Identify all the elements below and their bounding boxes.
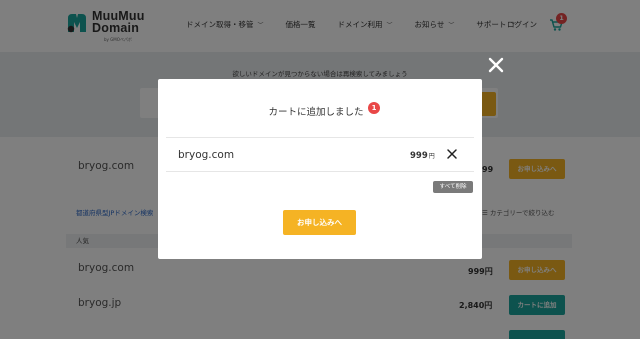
modal-title-text: カートに追加しました xyxy=(268,107,364,118)
close-icon[interactable] xyxy=(445,147,459,161)
cart-count-badge: 1 xyxy=(368,102,380,114)
price-currency: 円 xyxy=(428,153,435,160)
cart-item-price: 999円 xyxy=(410,151,435,161)
cart-item-domain: bryog.com xyxy=(178,149,235,161)
clear-all-button[interactable]: すべて削除 xyxy=(433,181,473,193)
modal-title: カートに追加しました xyxy=(158,104,482,118)
cart-added-modal: カートに追加しました 1 bryog.com 999円 すべて削除 お申し込みへ xyxy=(158,79,482,259)
cart-item-row: bryog.com 999円 xyxy=(166,137,474,172)
close-icon[interactable] xyxy=(488,57,504,73)
price-value: 999 xyxy=(410,151,428,161)
proceed-to-apply-button[interactable]: お申し込みへ xyxy=(283,210,356,235)
